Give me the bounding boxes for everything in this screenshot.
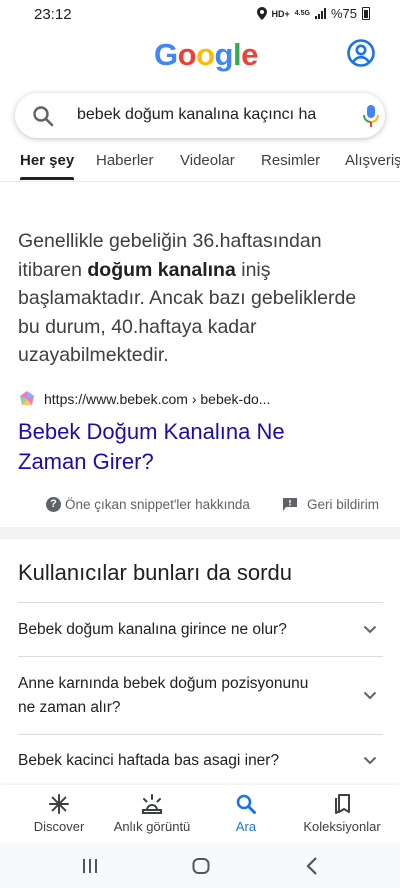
snapshot-icon <box>142 794 162 814</box>
paa-question[interactable]: Bebek kacinci haftada bas asagi iner? <box>18 734 383 786</box>
paa-question-text: Bebek doğum kanalına girince ne olur? <box>18 620 287 638</box>
snippet-source[interactable]: https://www.bebek.com › bebek-do... <box>18 390 270 408</box>
search-box[interactable]: bebek doğum kanalına kaçıncı ha <box>15 93 385 138</box>
back-icon[interactable] <box>303 856 323 876</box>
signal-icon <box>314 8 326 19</box>
feedback-label: Geri bildirim <box>307 497 380 512</box>
logo-letter: G <box>154 37 178 72</box>
nav-discover-label: Discover <box>33 819 85 834</box>
home-icon[interactable] <box>191 856 211 876</box>
search-tabs: Her şey Haberler Videolar Resimler Alışv… <box>0 152 400 182</box>
network-sub: 4.5G <box>294 10 310 17</box>
paa-question[interactable]: Bebek doğum kanalına girince ne olur? <box>18 602 383 656</box>
help-icon: ? <box>46 497 61 512</box>
nav-collections-label: Koleksiyonlar <box>303 819 381 834</box>
tab-resimler[interactable]: Resimler <box>261 152 320 169</box>
logo-letter: o <box>196 37 215 72</box>
paa-question-text: Anne karnında bebek doğum pozisyonunu ne… <box>18 674 309 716</box>
status-time: 23:12 <box>34 6 72 23</box>
status-indicators: HD+ 4.5G %75 <box>256 6 370 21</box>
site-favicon-icon <box>20 391 34 405</box>
tab-haberler[interactable]: Haberler <box>96 152 154 169</box>
about-snippets-label: Öne çıkan snippet'ler hakkında <box>65 497 250 512</box>
search-icon[interactable] <box>32 105 54 127</box>
paa-question-text: Bebek kacinci haftada bas asagi iner? <box>18 751 280 769</box>
chevron-down-icon <box>363 691 377 700</box>
tab-alisveris[interactable]: Alışveriş <box>345 152 400 169</box>
paa-title: Kullanıcılar bunları da sordu <box>18 560 292 585</box>
logo-letter: e <box>241 37 258 72</box>
nav-search[interactable]: Ara <box>226 793 266 834</box>
location-icon <box>256 7 267 20</box>
nav-snapshot-label: Anlık görüntü <box>113 819 191 834</box>
nav-collections[interactable]: Koleksiyonlar <box>296 793 388 834</box>
paa-question[interactable]: Anne karnında bebek doğum pozisyonunu ne… <box>18 656 383 734</box>
status-bar: 23:12 HD+ 4.5G %75 <box>0 0 400 30</box>
logo-letter: o <box>177 37 197 72</box>
search-input[interactable]: bebek doğum kanalına kaçıncı ha <box>77 106 347 124</box>
nav-discover[interactable]: Discover <box>28 793 90 834</box>
source-url: https://www.bebek.com › bebek-do... <box>44 391 271 407</box>
nav-snapshot[interactable]: Anlık görüntü <box>106 793 198 834</box>
nav-search-label: Ara <box>235 819 257 834</box>
result-title-link[interactable]: Bebek Doğum Kanalına Ne Zaman Girer? <box>18 417 348 477</box>
feedback-link[interactable]: Geri bildirim <box>283 497 379 512</box>
section-divider <box>0 527 400 539</box>
chevron-down-icon <box>363 625 377 634</box>
logo-letter: l <box>232 37 242 72</box>
discover-asterisk-icon <box>49 794 69 814</box>
collections-icon <box>335 794 350 814</box>
google-logo[interactable]: Google <box>154 37 258 73</box>
logo-letter: g <box>214 37 234 72</box>
network-type: HD+ <box>271 8 290 19</box>
battery-icon <box>362 7 370 20</box>
search-results-page: 23:12 HD+ 4.5G %75 Google bebek doğum ka… <box>0 0 400 888</box>
battery-percent: %75 <box>330 6 357 21</box>
chevron-down-icon <box>363 756 377 765</box>
tab-her-sey[interactable]: Her şey <box>20 152 75 180</box>
featured-snippet-text: Genellikle gebeliğin 36.haftasından itib… <box>18 227 378 370</box>
tabs-divider <box>0 181 400 182</box>
search-icon <box>236 794 256 814</box>
paa-list: Bebek doğum kanalına girince ne olur? An… <box>18 602 383 786</box>
account-circle-icon[interactable] <box>346 38 376 68</box>
tab-videolar[interactable]: Videolar <box>180 152 235 169</box>
snippet-text-bold: doğum kanalına <box>87 258 236 281</box>
system-nav-bar <box>0 843 400 888</box>
recent-apps-icon[interactable] <box>80 856 100 876</box>
about-snippets-link[interactable]: ? Öne çıkan snippet'ler hakkında <box>46 497 250 512</box>
mic-icon[interactable] <box>360 104 382 128</box>
feedback-icon <box>283 498 297 511</box>
bottom-nav: Discover Anlık görüntü Ara Koleksiyonlar <box>0 785 400 843</box>
